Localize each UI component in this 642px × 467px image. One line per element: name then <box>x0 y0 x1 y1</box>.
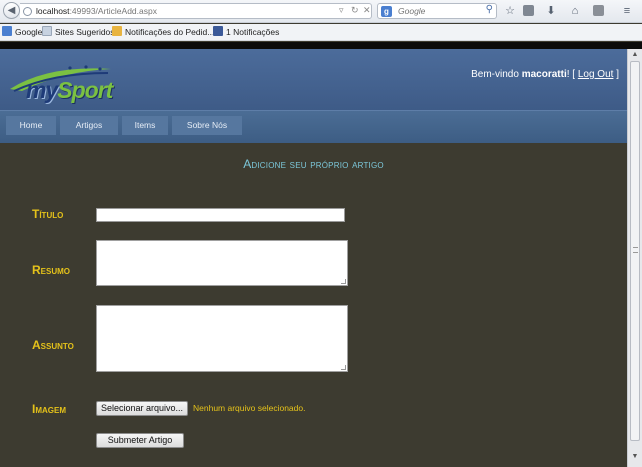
scroll-thumb[interactable] <box>630 61 640 441</box>
scroll-down-icon[interactable]: ▼ <box>631 453 639 461</box>
back-button[interactable]: ◀ <box>3 2 20 19</box>
folder-icon <box>112 26 122 36</box>
logo-text: mySport <box>26 77 113 103</box>
scroll-up-icon[interactable]: ▲ <box>631 51 639 59</box>
stop-icon[interactable]: ✕ <box>363 5 371 16</box>
google-search-icon: g <box>381 6 392 17</box>
titulo-input[interactable] <box>96 208 345 222</box>
welcome-message: Bem-vindo macoratti! [ Log Out ] <box>471 69 619 80</box>
url-text: localhost:49993/ArticleAdd.aspx <box>36 6 157 16</box>
browser-toolbar: ◀ localhost:49993/ArticleAdd.aspx ▿ ↻ ✕ … <box>0 0 642 23</box>
menu-icon[interactable]: ≡ <box>619 3 635 19</box>
titulo-label: Título <box>32 207 64 221</box>
toolbar-separator <box>0 42 642 49</box>
facebook-icon <box>213 26 223 36</box>
address-bar[interactable]: localhost:49993/ArticleAdd.aspx ▿ ↻ ✕ <box>20 3 372 19</box>
vertical-scrollbar[interactable]: ▲ ▼ <box>627 49 642 467</box>
dropdown-arrow-icon[interactable]: ▿ <box>339 5 344 16</box>
submit-article-button[interactable]: Submeter Artigo <box>96 433 184 448</box>
bookmark-notificacoes-pedido[interactable]: Notificações do Pedid... <box>112 26 214 39</box>
file-status-text: Nenhum arquivo selecionado. <box>193 403 306 413</box>
assunto-textarea[interactable] <box>96 305 348 372</box>
logout-link[interactable]: Log Out <box>578 69 614 80</box>
web-page: mySport Bem-vindo macoratti! [ Log Out ]… <box>0 49 627 467</box>
page-icon <box>42 26 52 36</box>
bookmark-google[interactable]: Google <box>2 26 42 39</box>
username: macoratti <box>521 69 567 80</box>
reload-icon[interactable]: ↻ <box>351 5 359 16</box>
download-icon[interactable]: ⬇ <box>543 3 559 19</box>
main-content: Adicione seu próprio artigo Título Resum… <box>0 143 627 467</box>
main-menu: Home Artigos Items Sobre Nós <box>0 110 627 143</box>
resize-grip-icon[interactable] <box>341 365 346 370</box>
select-file-button[interactable]: Selecionar arquivo... <box>96 401 188 416</box>
bookmark-sites-sugeridos[interactable]: Sites Sugeridos <box>42 26 115 39</box>
imagem-label: Imagem <box>32 402 66 416</box>
bookmark-facebook-notificacoes[interactable]: 1 Notificações <box>213 26 279 39</box>
search-box[interactable]: g ⚲ <box>377 3 497 19</box>
reading-list-icon[interactable] <box>523 5 534 16</box>
site-header: mySport Bem-vindo macoratti! [ Log Out ] <box>0 49 627 110</box>
menu-item-artigos[interactable]: Artigos <box>60 116 118 135</box>
globe-icon <box>23 7 32 16</box>
magnifier-icon[interactable]: ⚲ <box>486 4 493 15</box>
resumo-label: Resumo <box>32 263 71 277</box>
thumb-grip-icon <box>633 247 638 253</box>
addon-icon[interactable] <box>593 5 604 16</box>
home-icon[interactable]: ⌂ <box>567 3 583 19</box>
bookmarks-bar: Google Sites Sugeridos Notificações do P… <box>0 24 642 41</box>
bookmark-star-icon[interactable]: ☆ <box>502 3 518 19</box>
resize-grip-icon[interactable] <box>341 279 346 284</box>
mysport-logo[interactable]: mySport <box>6 55 116 105</box>
menu-item-items[interactable]: Items <box>122 116 168 135</box>
menu-item-home[interactable]: Home <box>6 116 56 135</box>
search-input[interactable] <box>398 5 476 17</box>
page-title: Adicione seu próprio artigo <box>243 157 384 171</box>
menu-item-sobre-nos[interactable]: Sobre Nós <box>172 116 242 135</box>
google-icon <box>2 26 12 36</box>
assunto-label: Assunto <box>32 338 74 352</box>
resumo-textarea[interactable] <box>96 240 348 286</box>
